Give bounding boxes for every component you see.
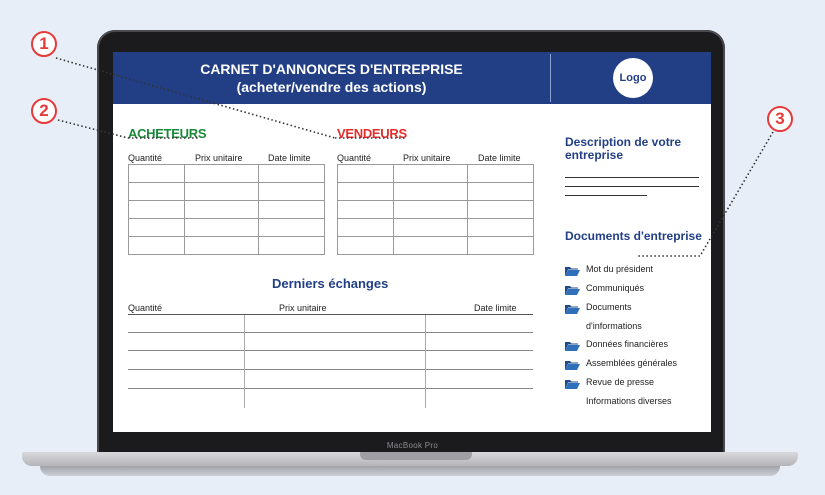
leader-line-2 (57, 119, 129, 139)
annotation-badge-2: 2 (31, 98, 57, 124)
annotation-overlay (55, 57, 774, 257)
annotation-badge-1: 1 (31, 31, 57, 57)
leader-line-1 (55, 57, 336, 139)
annotation-badge-3: 3 (767, 106, 793, 132)
leader-line-3 (636, 131, 774, 257)
